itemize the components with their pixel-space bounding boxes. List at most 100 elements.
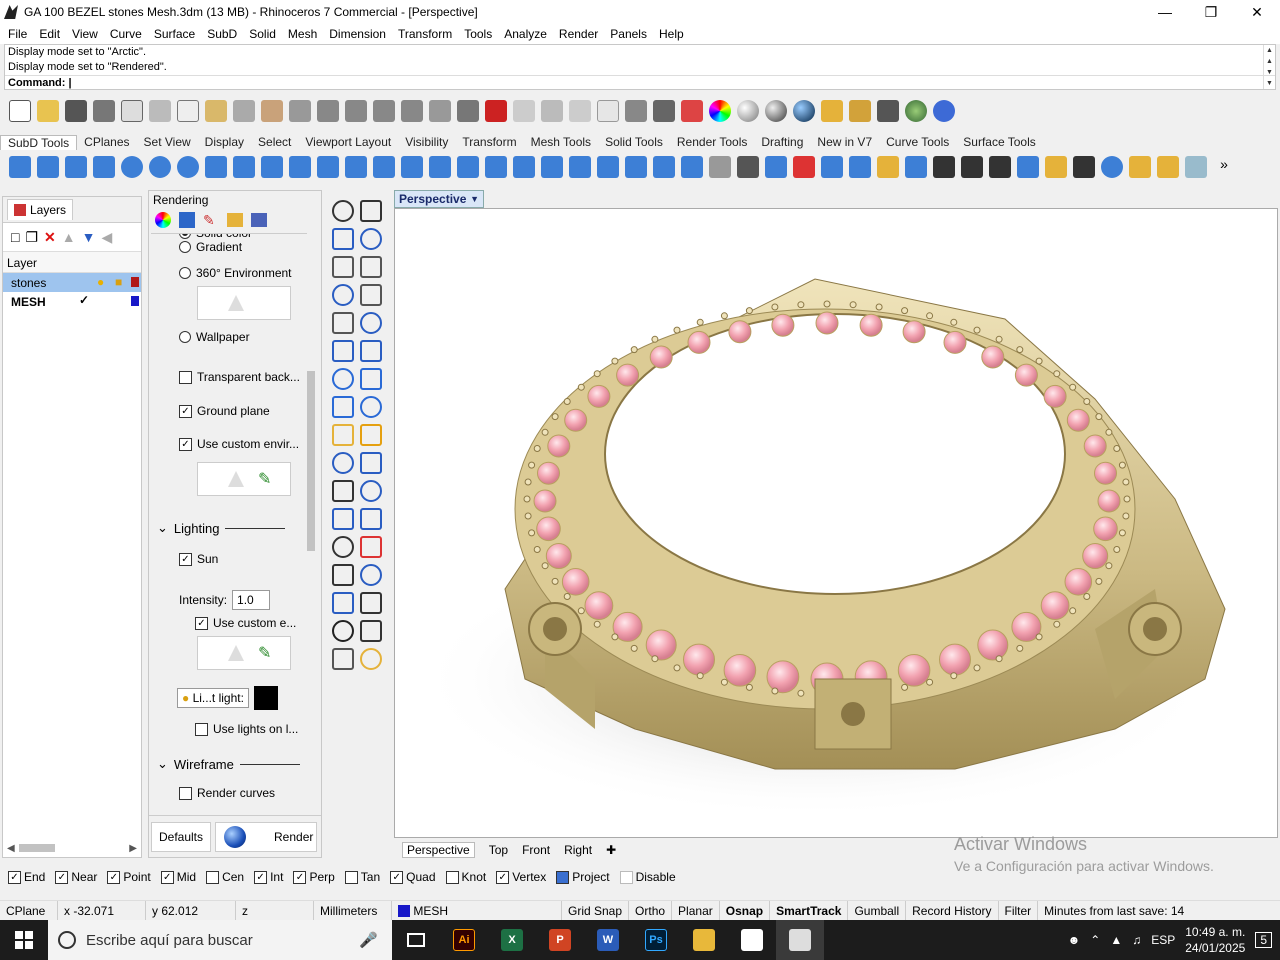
surface-icon[interactable] <box>332 340 354 362</box>
subd-select-icon[interactable] <box>681 156 703 178</box>
tab-cplanes[interactable]: CPlanes <box>77 135 136 149</box>
checkbox-icon[interactable]: ✓ <box>179 404 192 418</box>
tab-render-tools[interactable]: Render Tools <box>670 135 755 149</box>
menu-analyze[interactable]: Analyze <box>498 27 553 41</box>
subd-patch-icon[interactable] <box>905 156 927 178</box>
zoom-extents-icon[interactable] <box>373 100 395 122</box>
subd-extrude-icon[interactable] <box>345 156 367 178</box>
checkbox-icon[interactable]: ✓ <box>160 870 174 884</box>
array-icon[interactable] <box>332 564 354 586</box>
toggle-ortho[interactable]: Ortho <box>629 900 673 921</box>
checkbox-icon[interactable] <box>445 870 459 884</box>
dimension-icon[interactable] <box>360 508 382 530</box>
network-icon[interactable]: ▲ <box>1110 933 1122 947</box>
print-icon[interactable] <box>93 100 115 122</box>
layer-color-swatch[interactable] <box>131 296 139 306</box>
osnap-int[interactable]: ✓ Int <box>254 870 283 884</box>
render-sphere-icon[interactable] <box>793 100 815 122</box>
pencil-icon[interactable]: ✎ <box>258 469 271 489</box>
subd-sphere-icon[interactable] <box>121 156 143 178</box>
circle-icon[interactable] <box>332 256 354 278</box>
radio-icon[interactable] <box>179 267 191 279</box>
osnap-project[interactable]: Project <box>556 870 610 884</box>
menu-edit[interactable]: Edit <box>33 27 66 41</box>
flow-icon[interactable] <box>360 620 382 642</box>
color-wheel-icon[interactable] <box>709 100 731 122</box>
subd-sweep1-icon[interactable] <box>261 156 283 178</box>
solid-color-option[interactable]: Solid color <box>179 234 252 240</box>
light-color-row[interactable]: ● Li...t light: <box>177 686 278 710</box>
gear-options-icon[interactable] <box>849 100 871 122</box>
checkbox-icon[interactable] <box>344 870 358 884</box>
new-sublayer-icon[interactable]: ❐ <box>25 229 38 246</box>
close-button[interactable]: ✕ <box>1234 0 1280 24</box>
rendering-scrollbar[interactable] <box>305 233 317 811</box>
clock[interactable]: 10:49 a. m. 24/01/2025 <box>1185 924 1245 956</box>
tab-layers[interactable]: Layers <box>7 199 74 220</box>
render-settings-icon[interactable] <box>821 100 843 122</box>
osnap-point[interactable]: ✓ Point <box>107 870 151 884</box>
cage-icon[interactable] <box>332 648 354 670</box>
plane-icon[interactable] <box>360 396 382 418</box>
tab-drafting[interactable]: Drafting <box>754 135 810 149</box>
custom-e-checkbox[interactable]: ✓ Use custom e... <box>195 616 296 630</box>
network-surface-icon[interactable] <box>332 480 354 502</box>
zoom-selected-icon[interactable] <box>401 100 423 122</box>
subd-crease-icon[interactable] <box>513 156 535 178</box>
subd-mirror-icon[interactable] <box>737 156 759 178</box>
color-wheel-icon[interactable] <box>155 212 171 228</box>
microphone-icon[interactable]: 🎤 <box>359 931 378 949</box>
copy-icon[interactable] <box>177 100 199 122</box>
subd-torus-icon[interactable] <box>177 156 199 178</box>
photoshop-app[interactable]: Ps <box>632 920 680 960</box>
checkbox-icon[interactable] <box>206 870 220 884</box>
select-icon[interactable] <box>332 200 354 222</box>
scroll-thumb[interactable] <box>307 371 315 551</box>
toggle-gumball[interactable]: Gumball <box>848 900 907 921</box>
tab-right[interactable]: Right <box>564 843 592 857</box>
split-icon[interactable] <box>332 452 354 474</box>
properties-icon[interactable] <box>121 100 143 122</box>
subd-cage-icon[interactable] <box>1017 156 1039 178</box>
osnap-quad[interactable]: ✓ Quad <box>390 870 436 884</box>
zoom-icon[interactable] <box>317 100 339 122</box>
osnap-cen[interactable]: Cen <box>206 870 244 884</box>
delete-layer-icon[interactable]: ✕ <box>44 229 56 246</box>
tab-curve-tools[interactable]: Curve Tools <box>879 135 956 149</box>
defaults-button[interactable]: Defaults <box>151 821 211 852</box>
osnap-disable[interactable]: Disable <box>619 870 676 884</box>
render-curves-checkbox[interactable]: Render curves <box>179 786 275 800</box>
menu-solid[interactable]: Solid <box>243 27 282 41</box>
folder-icon[interactable] <box>227 213 243 227</box>
transparent-checkbox[interactable]: Transparent back... <box>179 370 300 384</box>
subd-unweld-icon[interactable] <box>485 156 507 178</box>
paste-icon[interactable] <box>205 100 227 122</box>
offset-icon[interactable] <box>360 592 382 614</box>
cut-icon[interactable] <box>149 100 171 122</box>
fillet-icon[interactable] <box>360 312 382 334</box>
tab-viewport-layout[interactable]: Viewport Layout <box>298 135 398 149</box>
menu-file[interactable]: File <box>2 27 33 41</box>
menu-help[interactable]: Help <box>653 27 690 41</box>
tab-front[interactable]: Front <box>522 843 550 857</box>
revolve-icon[interactable] <box>360 340 382 362</box>
tab-solid-tools[interactable]: Solid Tools <box>598 135 670 149</box>
subd-display-icon[interactable] <box>961 156 983 178</box>
chevron-up-icon[interactable]: ⌃ <box>1090 933 1100 947</box>
menu-dimension[interactable]: Dimension <box>323 27 392 41</box>
excel-app[interactable]: X <box>488 920 536 960</box>
osnap-mid[interactable]: ✓ Mid <box>160 870 196 884</box>
extrude-icon[interactable] <box>332 396 354 418</box>
scroll-thumb[interactable] <box>19 844 55 852</box>
subd-box-edit-icon[interactable] <box>1045 156 1067 178</box>
command-prompt[interactable]: Command: | <box>5 75 1275 90</box>
calculator-app[interactable] <box>728 920 776 960</box>
menu-render[interactable]: Render <box>553 27 604 41</box>
undo-view-icon[interactable] <box>429 100 451 122</box>
subd-box-icon[interactable] <box>9 156 31 178</box>
subd-grid-icon[interactable] <box>625 156 647 178</box>
taskbar-search[interactable]: Escribe aquí para buscar 🎤 <box>48 920 392 960</box>
subd-loft-icon[interactable] <box>233 156 255 178</box>
undo-icon[interactable] <box>233 100 255 122</box>
osnap-tan[interactable]: Tan <box>344 870 380 884</box>
